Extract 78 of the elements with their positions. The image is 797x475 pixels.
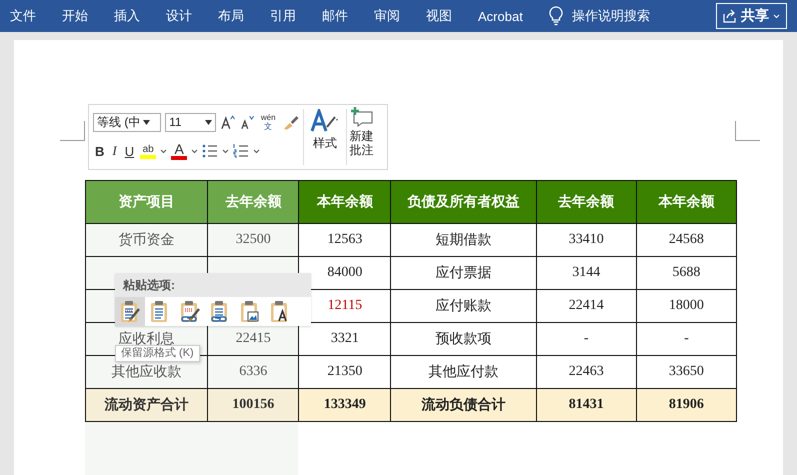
corner-mark	[60, 121, 85, 141]
underline-button[interactable]: U	[122, 141, 136, 162]
corner-mark	[735, 121, 760, 141]
comment-icon	[350, 107, 374, 127]
column-header: 负债及所有者权益	[390, 180, 536, 224]
share-icon	[723, 9, 737, 23]
phonetic-guide-button[interactable]: wén 文	[258, 113, 278, 132]
table-cell: 32500	[208, 224, 299, 256]
table-cell: 81906	[636, 388, 736, 422]
chevron-icon	[773, 14, 780, 18]
table-cell: 18000	[636, 290, 736, 322]
font-name-dropdown[interactable]: 等线 (中	[93, 112, 162, 132]
ribbon-tab[interactable]: 审阅	[361, 0, 413, 32]
table-cell: 81431	[536, 388, 636, 422]
ribbon-tab[interactable]: 文件	[10, 0, 49, 32]
table-cell: 5688	[636, 256, 736, 290]
table-cell: 33650	[636, 356, 736, 388]
column-header: 去年余额	[536, 180, 636, 224]
numbered-list-icon[interactable]	[233, 143, 250, 160]
paste-options-title: 粘贴选项:	[115, 273, 311, 297]
table-cell: 12563	[298, 224, 391, 256]
styles-icon	[310, 109, 340, 133]
paste-option[interactable]	[115, 297, 145, 326]
table-cell: 22414	[536, 290, 636, 322]
clipboard-icon	[239, 300, 261, 324]
column-header: 去年余额	[208, 180, 299, 224]
ribbon-tab[interactable]: 设计	[153, 0, 205, 32]
lightbulb-icon	[548, 6, 564, 26]
table-cell: 3144	[536, 256, 636, 290]
italic-button[interactable]: I	[110, 141, 119, 162]
new-comment-button[interactable]: 新建批注	[347, 105, 376, 169]
bold-button[interactable]: B	[93, 141, 106, 162]
styles-button[interactable]: 样式	[304, 105, 346, 169]
shrink-font-icon[interactable]	[239, 114, 255, 130]
table-cell: 应付票据	[390, 256, 536, 290]
column-header: 本年余额	[298, 180, 391, 224]
column-header: 资产项目	[86, 180, 208, 224]
table-cell: 84000	[298, 256, 391, 290]
chevron-icon[interactable]	[222, 148, 230, 154]
table-cell: 货币资金	[86, 224, 208, 256]
caret-icon[interactable]	[204, 120, 212, 125]
table-cell: 22463	[536, 356, 636, 388]
ribbon-tab[interactable]: 布局	[205, 0, 257, 32]
tell-me-search[interactable]: 操作说明搜索	[572, 7, 650, 25]
column-header: 本年余额	[636, 180, 736, 224]
font-color-button[interactable]: A	[171, 142, 188, 160]
table-cell: 100156	[208, 388, 299, 422]
ribbon-tab[interactable]: 视图	[413, 0, 465, 32]
table-cell: 133349	[298, 388, 391, 422]
table-cell: 6336	[208, 356, 299, 388]
table-cell: 其他应付款	[390, 356, 536, 388]
table-cell: 3321	[298, 322, 391, 356]
table-cell: 短期借款	[390, 224, 536, 256]
ribbon-tab[interactable]: 开始	[49, 0, 101, 32]
table-cell: 应付账款	[390, 290, 536, 322]
chevron-icon[interactable]	[160, 148, 168, 154]
chevron-icon[interactable]	[253, 148, 260, 154]
highlight-button[interactable]: ab	[140, 144, 156, 159]
bullet-list-icon[interactable]	[202, 143, 218, 160]
caret-icon[interactable]	[143, 120, 150, 125]
table-cell: 流动负债合计	[390, 388, 536, 422]
table-cell: 33410	[536, 224, 636, 256]
clipboard-icon	[179, 300, 201, 324]
table-cell: -	[636, 322, 736, 356]
table-cell: -	[536, 322, 636, 356]
chevron-icon[interactable]	[191, 148, 198, 154]
ribbon-tab[interactable]: Acrobat	[465, 0, 536, 32]
table-cell: 21350	[298, 356, 391, 388]
share-button[interactable]: 共享	[716, 3, 787, 29]
grow-font-icon[interactable]	[220, 114, 236, 130]
ribbon-tab[interactable]: 引用	[257, 0, 309, 32]
table-cell: 流动资产合计	[86, 388, 208, 422]
clipboard-icon	[119, 300, 141, 324]
table-cell: 预收款项	[390, 322, 536, 356]
font-size-dropdown[interactable]: 11	[165, 112, 216, 132]
ribbon-tab[interactable]: 插入	[101, 0, 153, 32]
ribbon-tab[interactable]: 邮件	[309, 0, 361, 32]
table-cell: 24568	[636, 224, 736, 256]
